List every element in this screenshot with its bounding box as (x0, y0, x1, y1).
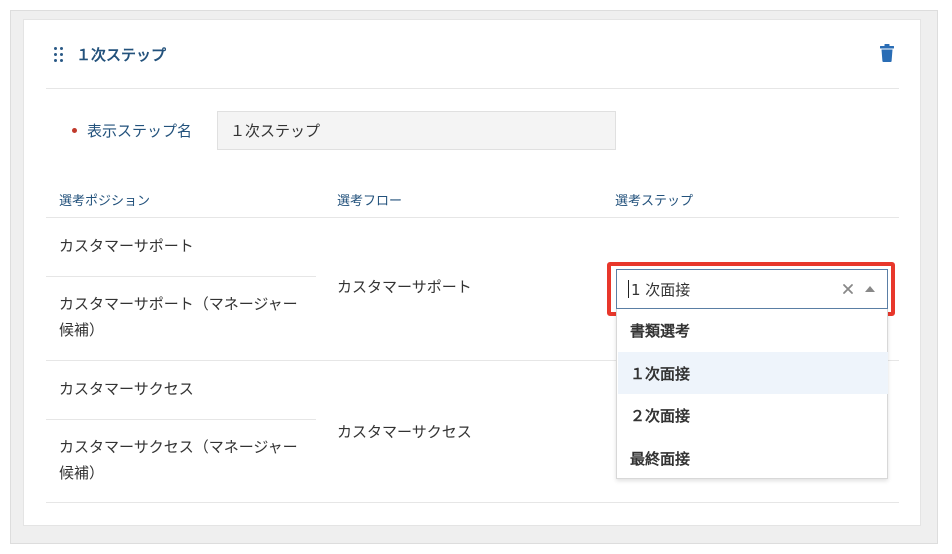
trash-icon[interactable] (879, 44, 895, 62)
column-header-flow: 選考フロー (337, 194, 403, 209)
dropdown-option[interactable]: 書類選考 (618, 309, 888, 351)
position-cell: カスタマーサポート（マネージャー候補） (59, 295, 298, 339)
step-select-value[interactable]: 1 次面接 (631, 279, 841, 300)
position-cell: カスタマーサクセス (59, 380, 194, 398)
step-dropdown-menu: 書類選考 １次面接 ２次面接 最終面接 (616, 309, 888, 479)
dropdown-option[interactable]: ２次面接 (618, 394, 888, 436)
row-divider (46, 419, 316, 420)
dropdown-option[interactable]: 最終面接 (618, 437, 888, 479)
table-header-divider (46, 217, 899, 218)
row-divider (46, 276, 316, 277)
column-header-step: 選考ステップ (615, 194, 694, 209)
position-cell: カスタマーサクセス（マネージャー候補） (59, 438, 298, 482)
step-header: １次ステップ (54, 42, 166, 66)
flow-cell: カスタマーサポート (337, 278, 472, 296)
chevron-up-icon[interactable] (865, 286, 875, 292)
column-header-position: 選考ポジション (59, 194, 151, 209)
required-dot-icon (72, 128, 77, 133)
flow-cell: カスタマーサクセス (337, 423, 472, 441)
step-name-label: 表示ステップ名 (72, 120, 192, 141)
step-select[interactable]: 1 次面接 (616, 269, 888, 309)
table-bottom-divider (46, 502, 899, 503)
header-divider (46, 88, 899, 89)
text-caret (628, 280, 629, 298)
position-cell: カスタマーサポート (59, 237, 194, 255)
step-name-label-text: 表示ステップ名 (87, 122, 193, 140)
drag-handle-icon[interactable] (54, 46, 63, 62)
dropdown-option-active[interactable]: １次面接 (618, 352, 888, 394)
step-title: １次ステップ (76, 45, 167, 64)
step-name-input[interactable] (217, 111, 616, 150)
clear-icon[interactable] (841, 282, 855, 296)
